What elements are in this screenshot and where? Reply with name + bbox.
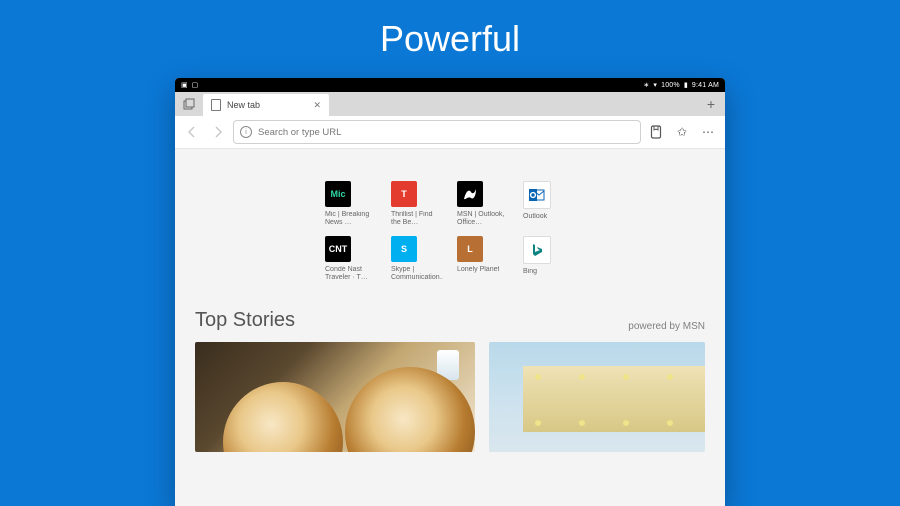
stories-header: Top Stories powered by MSN (175, 309, 725, 332)
hub-icon (650, 125, 662, 139)
clock: 9:41 AM (692, 82, 719, 89)
hero-title: Powerful (0, 18, 900, 60)
status-right: ∗ ▾ 100% ▮ 9:41 AM (643, 81, 719, 89)
tile-label: Bing (523, 268, 537, 276)
stories-row (175, 332, 725, 452)
story-decoration (667, 420, 673, 426)
browser-toolbar: i Search or type URL ✩ ⋯ (175, 116, 725, 149)
top-site-tile[interactable]: Bing (523, 236, 575, 283)
tab-strip: New tab ✕ + (175, 92, 725, 116)
tab-new[interactable]: New tab ✕ (203, 94, 329, 116)
story-decoration (523, 366, 705, 432)
forward-button[interactable] (207, 121, 229, 143)
wifi-icon: ▾ (653, 81, 657, 89)
forward-icon (212, 126, 224, 138)
story-decoration (579, 374, 585, 380)
tile-label: Mic | Breaking News … (325, 211, 377, 228)
tile-icon: L (457, 236, 483, 262)
top-site-tile[interactable]: Outlook (523, 181, 575, 228)
battery-icon: ▮ (684, 81, 688, 89)
tile-label: Skype | Communication… (391, 266, 443, 283)
more-button[interactable]: ⋯ (697, 121, 719, 143)
picture-icon: ▣ (181, 81, 188, 89)
tile-label: Condé Nast Traveler · T… (325, 266, 377, 283)
stories-title: Top Stories (195, 309, 295, 332)
story-decoration (623, 374, 629, 380)
screenshot-icon: ▢ (192, 81, 199, 89)
tabs-icon (183, 98, 195, 110)
tile-icon: T (391, 181, 417, 207)
tile-icon: S (391, 236, 417, 262)
address-bar[interactable]: i Search or type URL (233, 120, 641, 144)
tile-icon: Mic (325, 181, 351, 207)
story-card[interactable] (195, 342, 475, 452)
address-placeholder: Search or type URL (258, 127, 341, 138)
top-site-tile[interactable]: CNT Condé Nast Traveler · T… (325, 236, 377, 283)
story-card[interactable] (489, 342, 705, 452)
tile-label: Thrillist | Find the Be… (391, 211, 443, 228)
tab-label: New tab (227, 100, 260, 110)
tile-label: Lonely Planet (457, 266, 499, 274)
new-tab-page: Mic Mic | Breaking News … T Thrillist | Fin… (175, 149, 725, 506)
battery-percent: 100% (661, 82, 680, 89)
more-icon: ⋯ (702, 125, 714, 139)
tile-icon (523, 236, 551, 264)
top-site-tile[interactable]: S Skype | Communication… (391, 236, 443, 283)
back-button[interactable] (181, 121, 203, 143)
tile-label: Outlook (523, 213, 547, 221)
back-icon (186, 126, 198, 138)
story-decoration (437, 350, 459, 380)
tabs-button[interactable] (175, 92, 203, 116)
android-status-bar: ▣ ▢ ∗ ▾ 100% ▮ 9:41 AM (175, 78, 725, 92)
tile-icon: CNT (325, 236, 351, 262)
new-tab-button[interactable]: + (697, 92, 725, 116)
tile-icon (457, 181, 483, 207)
favorite-button[interactable]: ✩ (671, 121, 693, 143)
hub-button[interactable] (645, 121, 667, 143)
top-sites-grid: Mic Mic | Breaking News … T Thrillist | Fin… (175, 181, 725, 283)
page-icon (211, 99, 221, 111)
close-tab-button[interactable]: ✕ (313, 100, 321, 111)
story-decoration (623, 420, 629, 426)
star-icon: ✩ (677, 125, 687, 139)
status-left: ▣ ▢ (181, 81, 198, 89)
bluetooth-icon: ∗ (643, 81, 649, 89)
tablet-frame: ▣ ▢ ∗ ▾ 100% ▮ 9:41 AM New tab ✕ + (175, 78, 725, 506)
tile-icon (523, 181, 551, 209)
story-decoration (667, 374, 673, 380)
story-decoration (579, 420, 585, 426)
promo-stage: Powerful ▣ ▢ ∗ ▾ 100% ▮ 9:41 AM New ta (0, 0, 900, 506)
tile-label: MSN | Outlook, Office… (457, 211, 509, 228)
top-site-tile[interactable]: MSN | Outlook, Office… (457, 181, 509, 228)
story-decoration (535, 420, 541, 426)
top-site-tile[interactable]: T Thrillist | Find the Be… (391, 181, 443, 228)
story-decoration (535, 374, 541, 380)
top-site-tile[interactable]: L Lonely Planet (457, 236, 509, 283)
stories-byline: powered by MSN (628, 321, 705, 332)
info-icon: i (240, 126, 252, 138)
top-site-tile[interactable]: Mic Mic | Breaking News … (325, 181, 377, 228)
